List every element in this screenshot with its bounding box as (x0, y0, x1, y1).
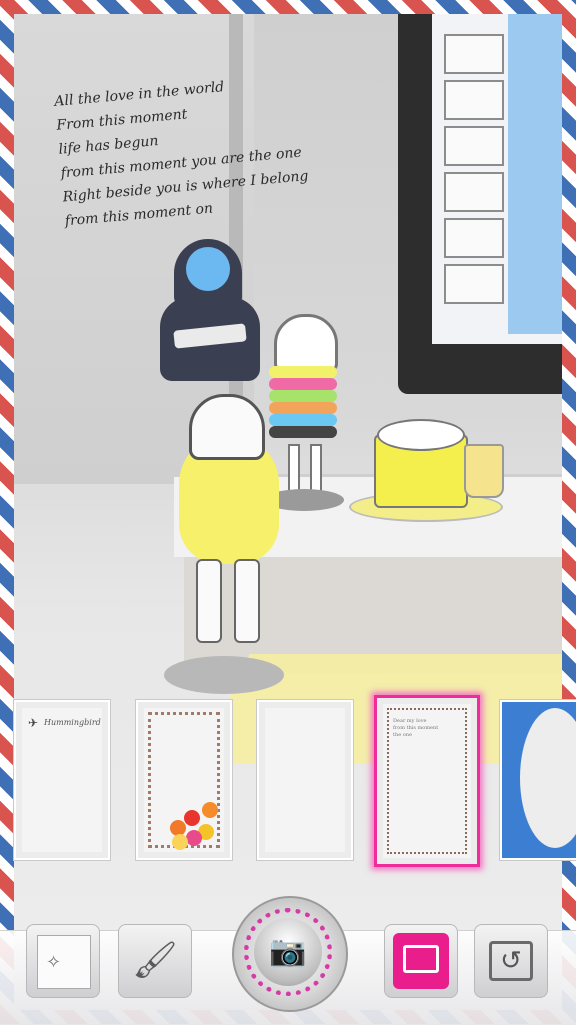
cup (464, 444, 504, 498)
frame-option-blue-sky-oval[interactable] (500, 700, 576, 860)
shutter-core: 📷 (254, 918, 322, 986)
screen-thumbnail (444, 126, 504, 166)
letter-line: from this moment (393, 725, 439, 731)
handwritten-note: All the love in the world From this mome… (53, 59, 424, 234)
frame-option-dotted-flowers[interactable] (136, 700, 232, 860)
figurine-head (274, 314, 338, 372)
gallery-button[interactable] (384, 924, 458, 998)
letter-line: Dear my love (393, 718, 427, 724)
frame-option-letter[interactable]: Dear my love from this moment the one (374, 695, 480, 867)
figurine-head (189, 394, 265, 460)
frame-selector-strip[interactable]: ✈ Hummingbird Dear my love from this mom… (14, 692, 576, 870)
figurine-leg (196, 559, 222, 643)
frame-option-vintage-bird[interactable]: ✈ Hummingbird (14, 700, 110, 860)
cake-figurine (349, 414, 503, 524)
gallery-icon (393, 933, 449, 989)
screen-thumbnail (444, 264, 504, 304)
ring-yellow (269, 366, 337, 378)
figurine-base (164, 656, 284, 694)
frame-preview (265, 708, 345, 852)
frame-title: Hummingbird (44, 718, 101, 727)
shutter-button[interactable]: 📷 (232, 896, 348, 1012)
rotate-button[interactable]: ↺ (474, 924, 548, 998)
paint-roller-icon: 🖌 (132, 939, 178, 980)
letter-line: the one (393, 732, 412, 738)
figurine-face (186, 247, 230, 291)
screen-thumbnail (444, 172, 504, 212)
figurine-leg (234, 559, 260, 643)
screen-thumbnail (444, 80, 504, 120)
frame-preview: Dear my love from this moment the one (383, 704, 471, 858)
letter-text: Dear my love from this moment the one (393, 718, 438, 739)
screen-thumbnail (444, 34, 504, 74)
yellow-figurine (164, 394, 294, 694)
hooded-figurine (154, 239, 264, 399)
last-photo-button[interactable]: ✧ (26, 924, 100, 998)
screen-thumbnail (444, 218, 504, 258)
monitor-screen-blue (508, 14, 562, 334)
frame-option-plain[interactable] (257, 700, 353, 860)
rotate-ccw-icon: ↺ (500, 945, 522, 975)
ring-pink (269, 378, 337, 390)
hummingbird-icon: ✈ (28, 716, 39, 730)
cake-top (377, 419, 465, 451)
camera-icon: 📷 (269, 935, 307, 968)
last-photo-thumbnail: ✧ (37, 935, 91, 989)
flowers-icon (166, 790, 222, 850)
bottom-toolbar: ✧ 🖌 📷 ↺ (0, 896, 576, 1025)
frame-preview (144, 708, 224, 852)
frame-preview: ✈ Hummingbird (22, 708, 102, 852)
effects-button[interactable]: 🖌 (118, 924, 192, 998)
